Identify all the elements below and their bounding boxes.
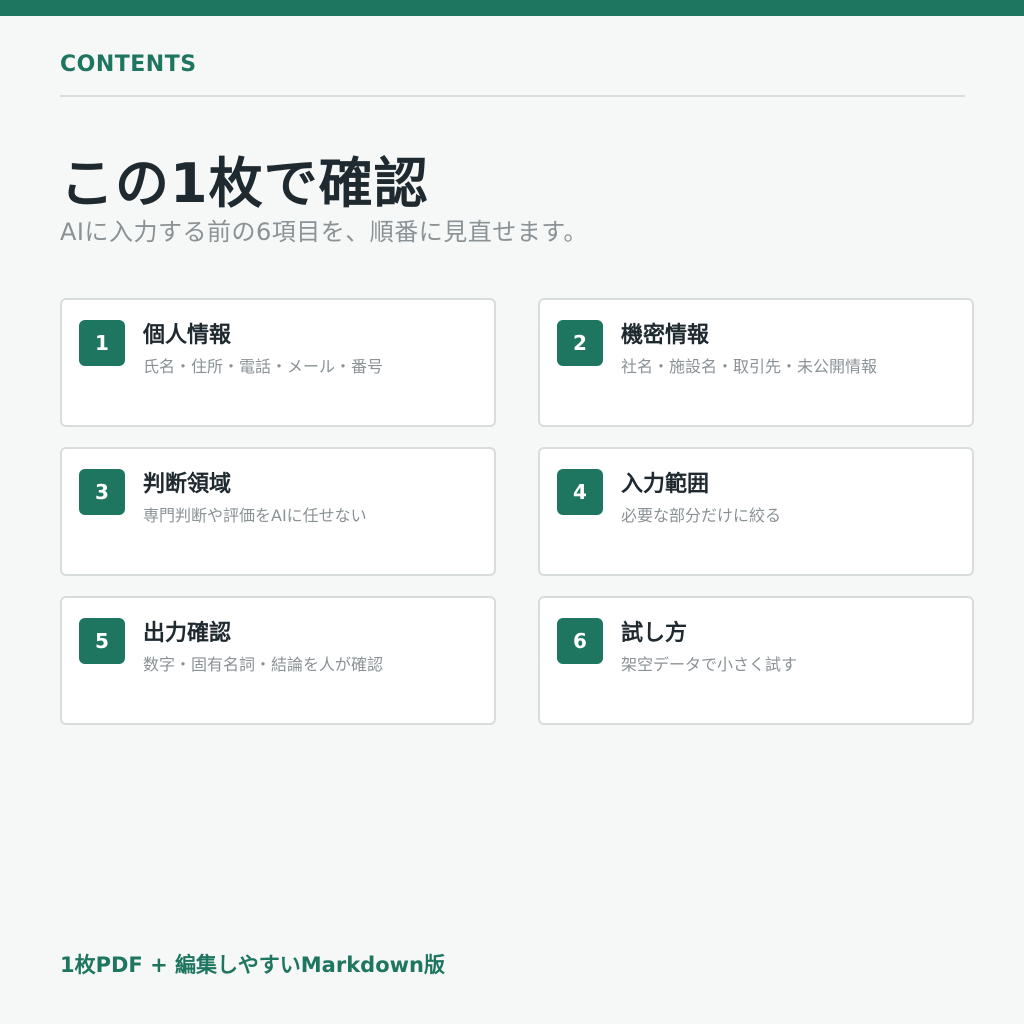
card-number-badge: 4: [557, 469, 603, 515]
checklist-card-1: 1 個人情報 氏名・住所・電話・メール・番号: [60, 298, 496, 427]
footer-note: 1枚PDF + 編集しやすいMarkdown版: [60, 953, 445, 977]
card-number-badge: 6: [557, 618, 603, 664]
card-description: 架空データで小さく試す: [621, 655, 798, 674]
header-divider: [60, 95, 965, 97]
checklist-card-3: 3 判断領域 専門判断や評価をAIに任せない: [60, 447, 496, 576]
page-subtitle: AIに入力する前の6項目を、順番に見直せます。: [60, 218, 588, 246]
card-title: 出力確認: [143, 621, 232, 646]
card-title: 入力範囲: [621, 472, 710, 497]
card-description: 数字・固有名詞・結論を人が確認: [143, 655, 384, 674]
card-title: 試し方: [621, 621, 688, 646]
card-description: 必要な部分だけに絞る: [621, 506, 782, 525]
card-number-badge: 3: [79, 469, 125, 515]
checklist-card-4: 4 入力範囲 必要な部分だけに絞る: [538, 447, 974, 576]
checklist-grid: 1 個人情報 氏名・住所・電話・メール・番号 2 機密情報 社名・施設名・取引先…: [60, 298, 974, 725]
checklist-card-2: 2 機密情報 社名・施設名・取引先・未公開情報: [538, 298, 974, 427]
checklist-card-6: 6 試し方 架空データで小さく試す: [538, 596, 974, 725]
checklist-card-5: 5 出力確認 数字・固有名詞・結論を人が確認: [60, 596, 496, 725]
card-description: 社名・施設名・取引先・未公開情報: [621, 357, 878, 376]
card-title: 機密情報: [621, 323, 710, 348]
top-accent-bar: [0, 0, 1024, 16]
section-label: CONTENTS: [60, 52, 197, 77]
card-title: 個人情報: [143, 323, 232, 348]
card-number-badge: 1: [79, 320, 125, 366]
page-title: この1枚で確認: [60, 152, 429, 215]
card-description: 専門判断や評価をAIに任せない: [143, 506, 367, 525]
card-number-badge: 2: [557, 320, 603, 366]
card-title: 判断領域: [143, 472, 232, 497]
card-description: 氏名・住所・電話・メール・番号: [143, 357, 384, 376]
card-number-badge: 5: [79, 618, 125, 664]
